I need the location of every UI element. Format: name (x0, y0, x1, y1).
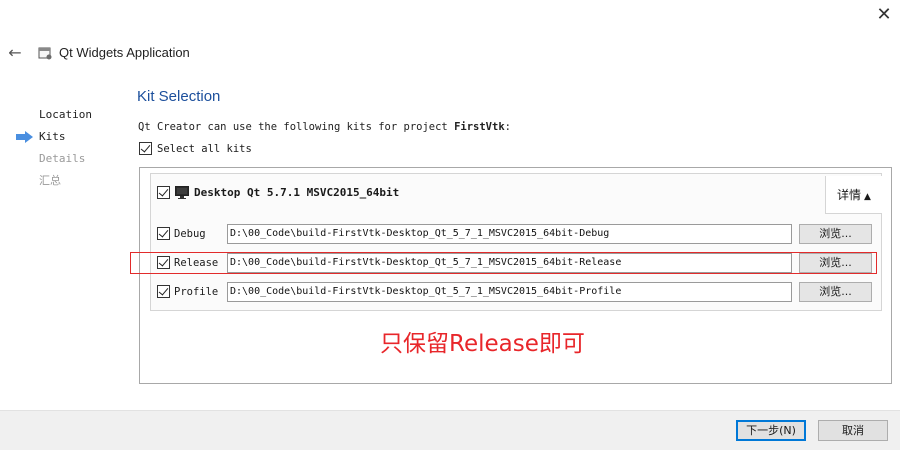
build-path-field[interactable]: D:\00_Code\build-FirstVtk-Desktop_Qt_5_7… (227, 224, 792, 244)
browse-button[interactable]: 浏览... (799, 282, 872, 302)
cancel-button[interactable]: 取消 (818, 420, 888, 441)
details-label: 详情 (837, 188, 862, 202)
wizard-steps: Location Kits Details 汇总 (16, 104, 92, 192)
step-details: Details (16, 148, 92, 170)
annotation-text: 只保留Release即可 (380, 331, 585, 357)
details-toggle-button[interactable]: 详情 ▲ (825, 176, 882, 214)
select-all-checkbox[interactable] (139, 142, 152, 155)
build-row-debug: Debug D:\00_Code\build-FirstVtk-Desktop_… (157, 223, 882, 245)
wizard-title: Qt Widgets Application (59, 45, 190, 60)
step-label: 汇总 (39, 174, 61, 187)
next-button[interactable]: 下一步(N) (736, 420, 806, 441)
intro-text: Qt Creator can use the following kits fo… (138, 121, 511, 133)
build-name: Profile (174, 286, 219, 298)
build-name: Debug (174, 228, 206, 240)
step-kits: Kits (16, 126, 92, 148)
build-checkbox-profile[interactable] (157, 285, 170, 298)
step-label: Location (39, 108, 92, 121)
kit-header: Desktop Qt 5.7.1 MSVC2015_64bit (157, 186, 399, 199)
build-path-field[interactable]: D:\00_Code\build-FirstVtk-Desktop_Qt_5_7… (227, 282, 792, 302)
release-highlight-box (130, 252, 877, 274)
step-summary: 汇总 (16, 170, 92, 192)
build-checkbox-debug[interactable] (157, 227, 170, 240)
project-name: FirstVtk (454, 121, 505, 133)
select-all-kits[interactable]: Select all kits (139, 142, 252, 155)
intro-suffix: : (504, 121, 511, 133)
application-icon (38, 47, 52, 60)
step-label: Kits (39, 130, 66, 143)
build-row-profile: Profile D:\00_Code\build-FirstVtk-Deskto… (157, 281, 882, 303)
back-arrow-icon[interactable]: ← (6, 44, 24, 62)
intro-prefix: Qt Creator can use the following kits fo… (138, 121, 455, 133)
page-title: Kit Selection (137, 88, 221, 105)
current-step-arrow-icon (16, 131, 33, 143)
browse-button[interactable]: 浏览... (799, 224, 872, 244)
kit-checkbox[interactable] (157, 186, 170, 199)
close-button[interactable]: ✕ (872, 4, 896, 26)
select-all-label: Select all kits (157, 142, 252, 155)
step-label: Details (39, 152, 86, 165)
step-location: Location (16, 104, 92, 126)
collapse-triangle-icon: ▲ (864, 192, 871, 202)
monitor-icon (175, 186, 189, 199)
kit-name: Desktop Qt 5.7.1 MSVC2015_64bit (194, 186, 400, 199)
